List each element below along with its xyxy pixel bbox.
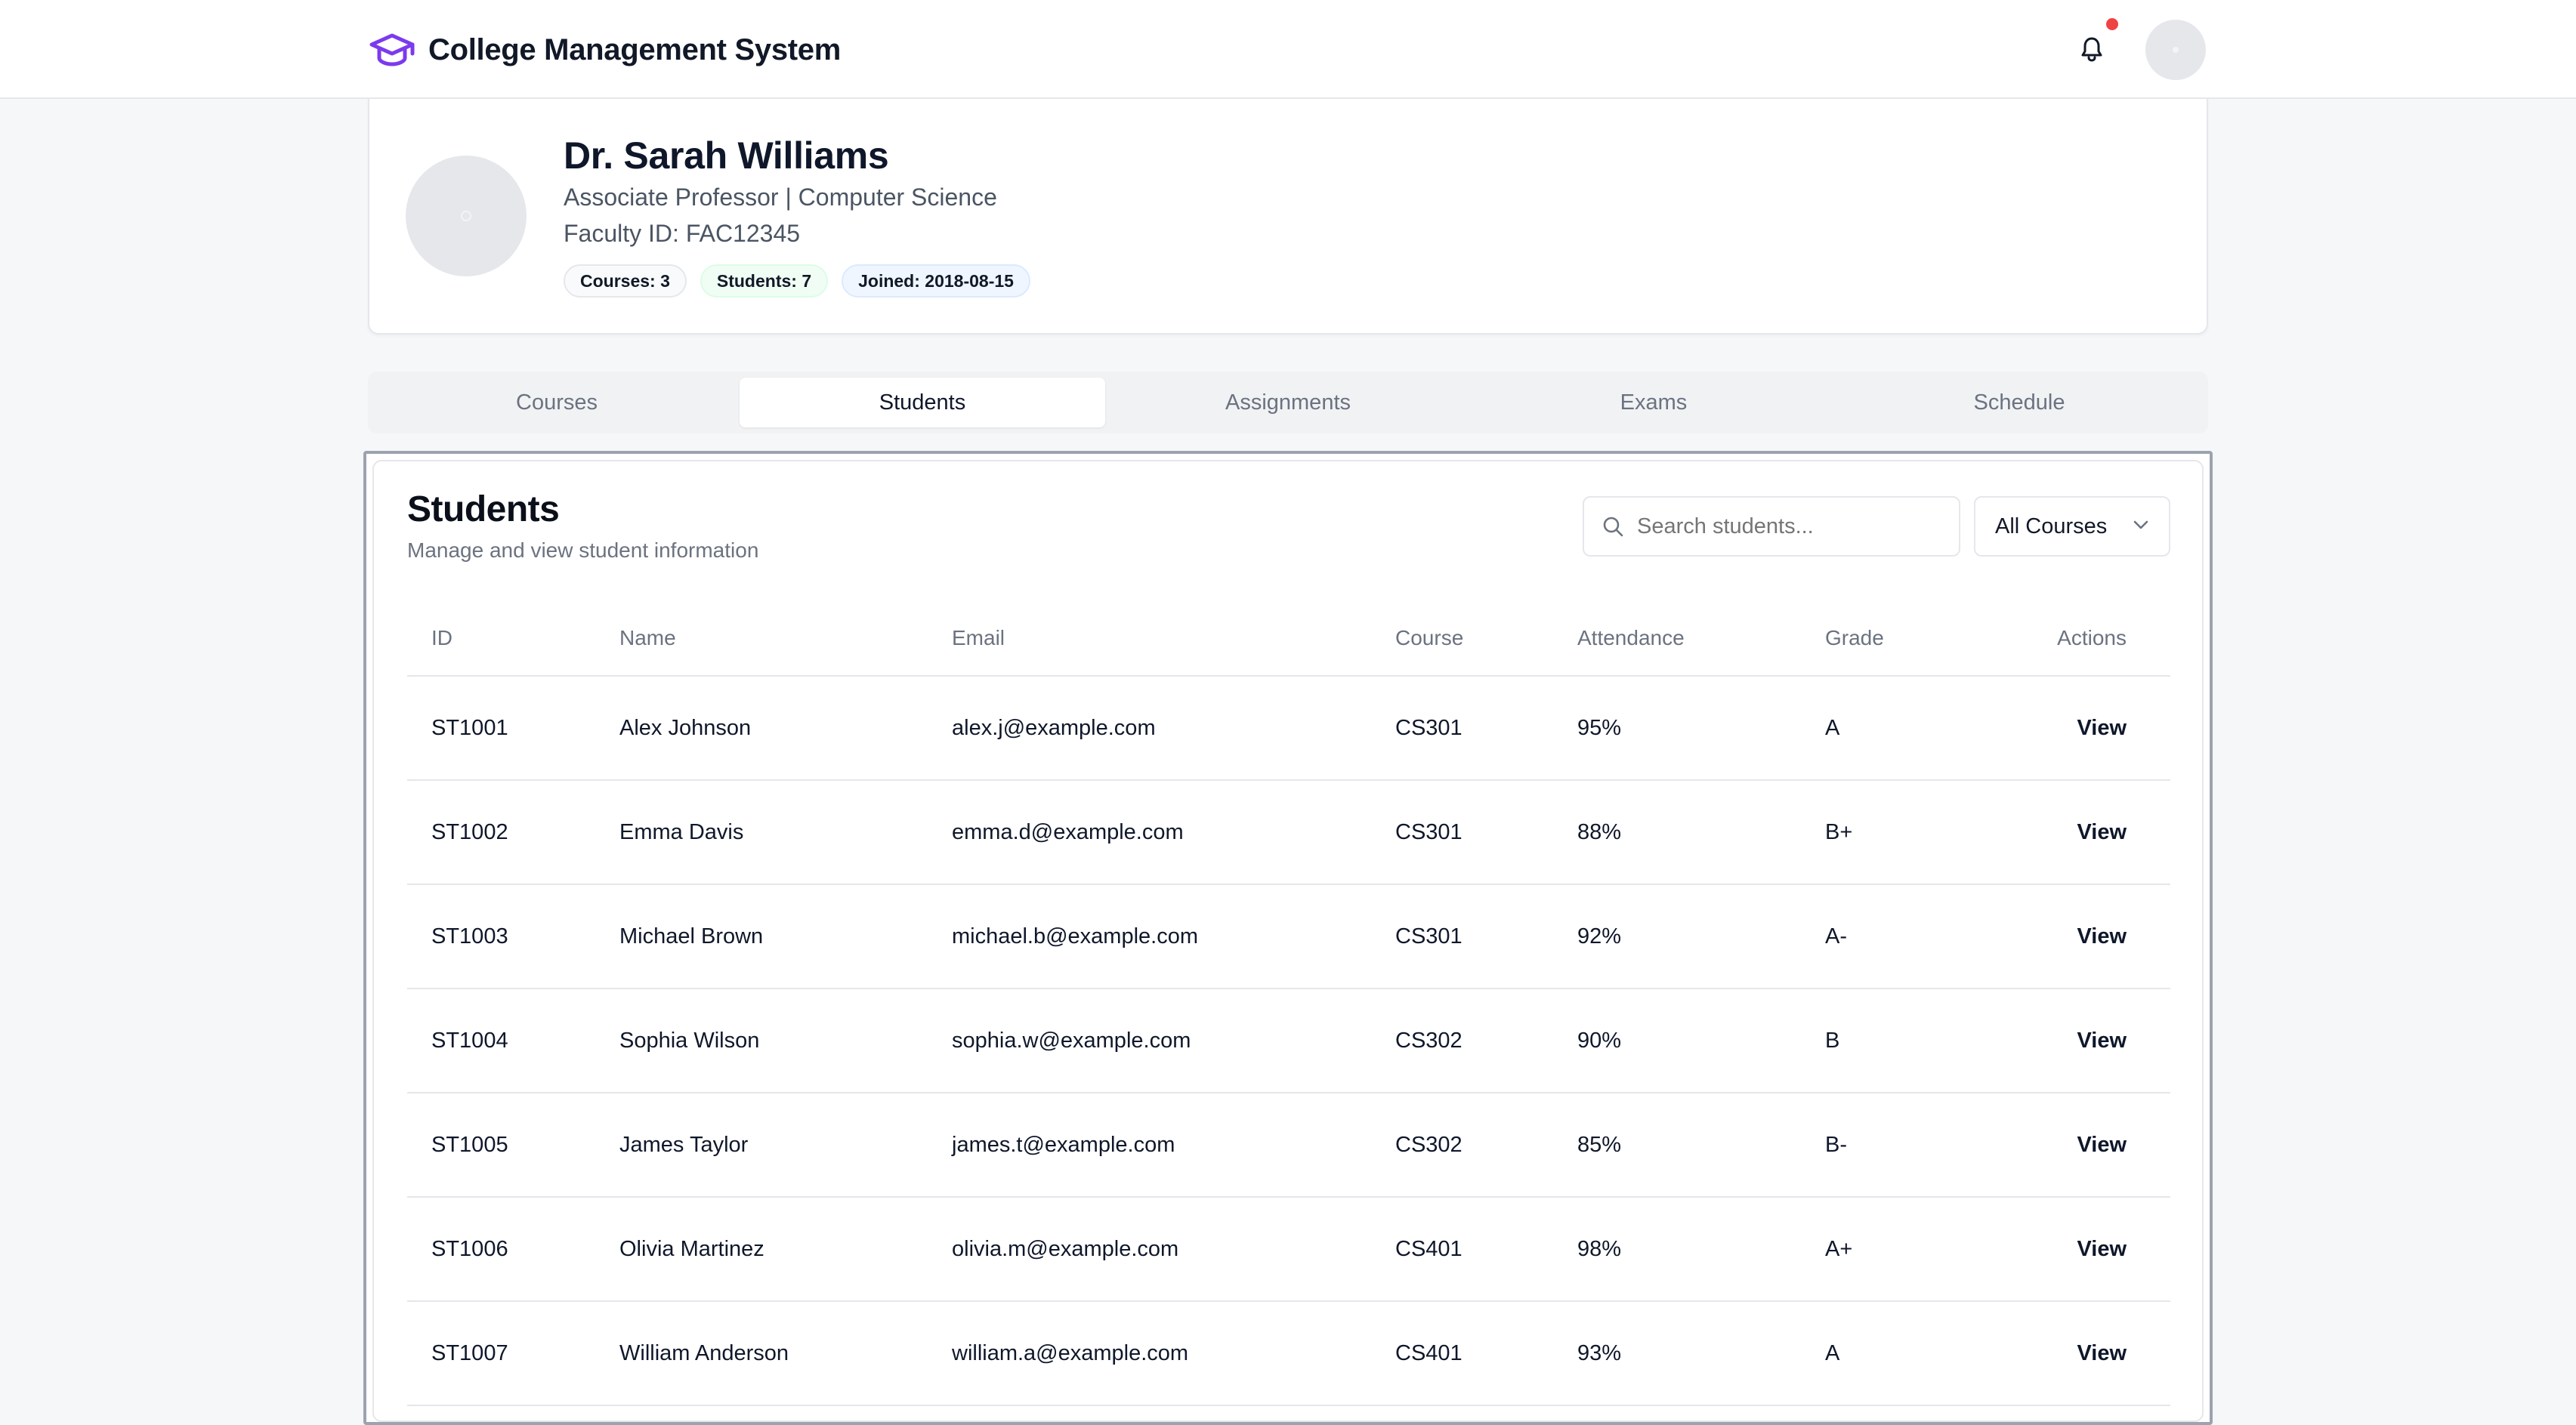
student-email: michael.b@example.com [928, 884, 1371, 989]
student-id: ST1006 [407, 1197, 595, 1302]
column-header-attendance[interactable]: Attendance [1553, 600, 1801, 677]
student-name: William Anderson [595, 1301, 928, 1406]
top-bar: College Management System [0, 0, 2576, 99]
joined-date-badge: Joined: 2018-08-15 [842, 264, 1030, 298]
student-email: olivia.m@example.com [928, 1197, 1371, 1302]
tab-exams[interactable]: Exams [1471, 378, 1836, 427]
students-panel: Students Manage and view student informa… [372, 460, 2204, 1422]
student-attendance: 98% [1553, 1197, 1801, 1302]
student-course: CS302 [1371, 1093, 1553, 1198]
column-header-course[interactable]: Course [1371, 600, 1553, 677]
column-header-name[interactable]: Name [595, 600, 928, 677]
panel-subtitle: Manage and view student information [407, 538, 759, 562]
tab-courses[interactable]: Courses [374, 378, 740, 427]
course-filter-select[interactable]: All Courses [1974, 496, 2170, 557]
student-attendance: 92% [1553, 884, 1801, 989]
student-course: CS302 [1371, 989, 1553, 1093]
student-grade: A- [1801, 884, 1967, 989]
profile-badges: Courses: 3 Students: 7 Joined: 2018-08-1… [564, 264, 1030, 298]
student-grade: A [1801, 1301, 1967, 1406]
student-attendance: 93% [1553, 1301, 1801, 1406]
brand[interactable]: College Management System [368, 27, 841, 72]
student-course: CS301 [1371, 676, 1553, 781]
student-name: Emma Davis [595, 780, 928, 885]
student-id: ST1003 [407, 884, 595, 989]
student-course: CS401 [1371, 1197, 1553, 1302]
student-id: ST1005 [407, 1093, 595, 1198]
faculty-id: Faculty ID: FAC12345 [564, 220, 801, 247]
view-student-button[interactable]: View [2077, 716, 2127, 740]
student-id: ST1007 [407, 1301, 595, 1406]
view-student-button[interactable]: View [2077, 1237, 2127, 1261]
student-email: emma.d@example.com [928, 780, 1371, 885]
student-grade: B+ [1801, 780, 1967, 885]
profile-avatar [406, 156, 527, 276]
student-attendance: 88% [1553, 780, 1801, 885]
table-header-row: ID Name Email Course Attendance Grade Ac… [407, 600, 2170, 677]
course-filter-value: All Courses [1995, 514, 2108, 538]
column-header-id[interactable]: ID [407, 600, 595, 677]
student-attendance: 85% [1553, 1093, 1801, 1198]
table-row: ST1001 Alex Johnson alex.j@example.com C… [407, 676, 2170, 781]
column-header-email[interactable]: Email [928, 600, 1371, 677]
chevron-down-icon [2133, 520, 2149, 534]
search-box[interactable] [1583, 496, 1960, 557]
student-id: ST1004 [407, 989, 595, 1093]
graduation-cap-icon [368, 27, 416, 72]
student-id: ST1001 [407, 676, 595, 781]
student-email: james.t@example.com [928, 1093, 1371, 1198]
student-course: CS401 [1371, 1301, 1553, 1406]
view-student-button[interactable]: View [2077, 1341, 2127, 1365]
faculty-name: Dr. Sarah Williams [564, 134, 889, 177]
view-student-button[interactable]: View [2077, 1029, 2127, 1053]
table-row: ST1003 Michael Brown michael.b@example.c… [407, 884, 2170, 989]
student-attendance: 90% [1553, 989, 1801, 1093]
tab-schedule[interactable]: Schedule [1836, 378, 2202, 427]
tab-students[interactable]: Students [740, 378, 1105, 427]
student-email: sophia.w@example.com [928, 989, 1371, 1093]
student-id: ST1002 [407, 780, 595, 885]
view-student-button[interactable]: View [2077, 820, 2127, 844]
table-row: ST1002 Emma Davis emma.d@example.com CS3… [407, 780, 2170, 885]
table-row: ST1004 Sophia Wilson sophia.w@example.co… [407, 989, 2170, 1093]
app-title: College Management System [428, 32, 841, 66]
student-name: Michael Brown [595, 884, 928, 989]
student-course: CS301 [1371, 884, 1553, 989]
column-header-grade[interactable]: Grade [1801, 600, 1967, 677]
student-name: James Taylor [595, 1093, 928, 1198]
student-course: CS301 [1371, 780, 1553, 885]
faculty-profile-card: Dr. Sarah Williams Associate Professor |… [368, 99, 2208, 335]
faculty-title: Associate Professor | Computer Science [564, 184, 997, 211]
search-icon [1601, 514, 1625, 538]
table-row: ST1007 William Anderson william.a@exampl… [407, 1301, 2170, 1406]
table-row: ST1006 Olivia Martinez olivia.m@example.… [407, 1197, 2170, 1302]
students-panel-frame: Students Manage and view student informa… [363, 451, 2213, 1425]
student-name: Olivia Martinez [595, 1197, 928, 1302]
view-student-button[interactable]: View [2077, 924, 2127, 948]
search-input[interactable] [1637, 514, 1939, 539]
student-grade: A [1801, 676, 1967, 781]
tab-assignments[interactable]: Assignments [1105, 378, 1471, 427]
notification-dot [2106, 18, 2118, 30]
panel-title: Students [407, 489, 560, 529]
student-grade: B- [1801, 1093, 1967, 1198]
students-count-badge: Students: 7 [700, 264, 829, 298]
students-table: ID Name Email Course Attendance Grade Ac… [407, 600, 2170, 1406]
student-name: Sophia Wilson [595, 989, 928, 1093]
student-email: alex.j@example.com [928, 676, 1371, 781]
section-tabs: Courses Students Assignments Exams Sched… [368, 372, 2208, 433]
student-grade: B [1801, 989, 1967, 1093]
student-name: Alex Johnson [595, 676, 928, 781]
courses-count-badge: Courses: 3 [564, 264, 687, 298]
user-avatar[interactable] [2145, 20, 2206, 80]
student-attendance: 95% [1553, 676, 1801, 781]
student-email: william.a@example.com [928, 1301, 1371, 1406]
view-student-button[interactable]: View [2077, 1133, 2127, 1157]
bell-icon[interactable] [2074, 30, 2109, 68]
student-grade: A+ [1801, 1197, 1967, 1302]
table-row: ST1005 James Taylor james.t@example.com … [407, 1093, 2170, 1198]
column-header-actions: Actions [1967, 600, 2170, 677]
